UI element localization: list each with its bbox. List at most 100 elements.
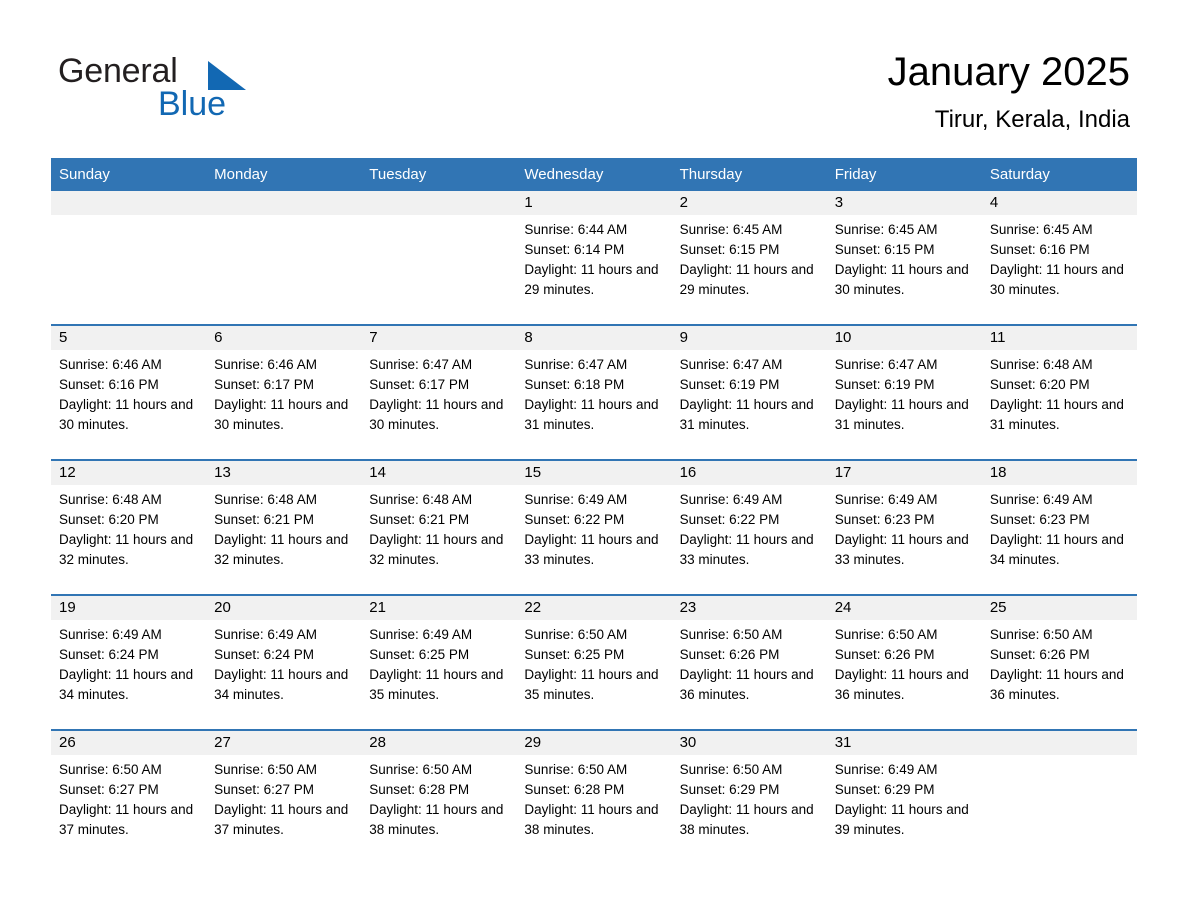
day-cell[interactable]: 30 Sunrise: 6:50 AM Sunset: 6:29 PM Dayl… [671, 729, 827, 864]
day-number: 6 [206, 326, 362, 350]
day-cell[interactable]: 5 Sunrise: 6:46 AM Sunset: 6:16 PM Dayli… [51, 324, 207, 460]
daylight-text: Daylight: 11 hours and 34 minutes. [59, 667, 194, 702]
sunrise-text: Sunrise: 6:49 AM [834, 762, 938, 777]
day-cell[interactable]: 11 Sunrise: 6:48 AM Sunset: 6:20 PM Dayl… [981, 324, 1137, 460]
daylight-text: Daylight: 11 hours and 29 minutes. [524, 262, 659, 297]
sunrise-text: Sunrise: 6:46 AM [59, 357, 162, 372]
daylight-text: Daylight: 11 hours and 34 minutes. [214, 667, 349, 702]
day-cell[interactable]: 23 Sunrise: 6:50 AM Sunset: 6:26 PM Dayl… [671, 594, 827, 730]
day-cell[interactable]: 26 Sunrise: 6:50 AM Sunset: 6:27 PM Dayl… [51, 729, 207, 864]
day-cell[interactable]: 8 Sunrise: 6:47 AM Sunset: 6:18 PM Dayli… [516, 324, 672, 460]
daylight-text: Daylight: 11 hours and 38 minutes. [679, 802, 814, 837]
day-cell[interactable]: 6 Sunrise: 6:46 AM Sunset: 6:17 PM Dayli… [206, 324, 362, 460]
day-cell[interactable]: 2 Sunrise: 6:45 AM Sunset: 6:15 PM Dayli… [671, 191, 827, 325]
day-cell[interactable]: 27 Sunrise: 6:50 AM Sunset: 6:27 PM Dayl… [206, 729, 362, 864]
day-cell[interactable]: 13 Sunrise: 6:48 AM Sunset: 6:21 PM Dayl… [206, 459, 362, 595]
day-number: 4 [981, 191, 1137, 215]
day-cell[interactable]: 19 Sunrise: 6:49 AM Sunset: 6:24 PM Dayl… [51, 594, 207, 730]
day-number: 25 [981, 596, 1137, 620]
day-number [361, 191, 517, 215]
day-cell[interactable]: 18 Sunrise: 6:49 AM Sunset: 6:23 PM Dayl… [981, 459, 1137, 595]
daylight-text: Daylight: 11 hours and 36 minutes. [679, 667, 814, 702]
daylight-text: Daylight: 11 hours and 31 minutes. [989, 397, 1124, 432]
week-row: 5 Sunrise: 6:46 AM Sunset: 6:16 PM Dayli… [51, 324, 1137, 460]
daylight-text: Daylight: 11 hours and 33 minutes. [679, 532, 814, 567]
week-row: 12 Sunrise: 6:48 AM Sunset: 6:20 PM Dayl… [51, 459, 1137, 595]
day-cell[interactable]: 14 Sunrise: 6:48 AM Sunset: 6:21 PM Dayl… [361, 459, 517, 595]
daylight-text: Daylight: 11 hours and 36 minutes. [834, 667, 969, 702]
day-number: 9 [671, 326, 827, 350]
sunrise-text: Sunrise: 6:45 AM [679, 222, 783, 237]
calendar-body: 1 Sunrise: 6:44 AM Sunset: 6:14 PM Dayli… [51, 191, 1137, 864]
day-cell[interactable]: 21 Sunrise: 6:49 AM Sunset: 6:25 PM Dayl… [361, 594, 517, 730]
day-cell[interactable] [51, 191, 207, 325]
daylight-text: Daylight: 11 hours and 30 minutes. [989, 262, 1124, 297]
day-cell[interactable]: 20 Sunrise: 6:49 AM Sunset: 6:24 PM Dayl… [206, 594, 362, 730]
sunrise-text: Sunrise: 6:50 AM [214, 762, 317, 777]
page-title: January 2025 [887, 50, 1130, 94]
sunrise-text: Sunrise: 6:47 AM [679, 357, 783, 372]
day-cell[interactable]: 29 Sunrise: 6:50 AM Sunset: 6:28 PM Dayl… [516, 729, 672, 864]
sunrise-text: Sunrise: 6:48 AM [989, 357, 1093, 372]
day-number: 10 [826, 326, 982, 350]
day-cell[interactable]: 24 Sunrise: 6:50 AM Sunset: 6:26 PM Dayl… [826, 594, 982, 730]
sunset-text: Sunset: 6:19 PM [834, 377, 935, 392]
general-blue-logo: General Blue [58, 52, 318, 124]
day-number: 24 [826, 596, 982, 620]
sunset-text: Sunset: 6:16 PM [59, 377, 159, 392]
sunset-text: Sunset: 6:17 PM [214, 377, 314, 392]
daylight-text: Daylight: 11 hours and 34 minutes. [989, 532, 1124, 567]
sunset-text: Sunset: 6:24 PM [214, 647, 314, 662]
day-number: 20 [206, 596, 362, 620]
week-row: 19 Sunrise: 6:49 AM Sunset: 6:24 PM Dayl… [51, 594, 1137, 730]
day-number: 29 [516, 731, 672, 755]
day-cell[interactable]: 10 Sunrise: 6:47 AM Sunset: 6:19 PM Dayl… [826, 324, 982, 460]
brand-name-blue: Blue [158, 85, 227, 123]
daylight-text: Daylight: 11 hours and 38 minutes. [369, 802, 504, 837]
day-cell[interactable]: 16 Sunrise: 6:49 AM Sunset: 6:22 PM Dayl… [671, 459, 827, 595]
sunset-text: Sunset: 6:23 PM [989, 512, 1090, 527]
sunrise-text: Sunrise: 6:49 AM [214, 627, 317, 642]
sunrise-text: Sunrise: 6:44 AM [524, 222, 628, 237]
day-cell[interactable]: 17 Sunrise: 6:49 AM Sunset: 6:23 PM Dayl… [826, 459, 982, 595]
weekday-header-friday: Friday [826, 158, 982, 191]
day-cell[interactable]: 1 Sunrise: 6:44 AM Sunset: 6:14 PM Dayli… [516, 191, 672, 325]
day-number: 2 [671, 191, 827, 215]
day-cell[interactable]: 4 Sunrise: 6:45 AM Sunset: 6:16 PM Dayli… [981, 191, 1137, 325]
sunset-text: Sunset: 6:15 PM [834, 242, 935, 257]
day-cell[interactable]: 28 Sunrise: 6:50 AM Sunset: 6:28 PM Dayl… [361, 729, 517, 864]
daylight-text: Daylight: 11 hours and 31 minutes. [679, 397, 814, 432]
day-number: 5 [51, 326, 207, 350]
sunrise-text: Sunrise: 6:46 AM [214, 357, 317, 372]
sunset-text: Sunset: 6:15 PM [679, 242, 780, 257]
day-cell[interactable]: 9 Sunrise: 6:47 AM Sunset: 6:19 PM Dayli… [671, 324, 827, 460]
day-cell[interactable]: 25 Sunrise: 6:50 AM Sunset: 6:26 PM Dayl… [981, 594, 1137, 730]
day-number: 13 [206, 461, 362, 485]
day-cell[interactable] [206, 191, 362, 325]
day-cell[interactable] [361, 191, 517, 325]
sunrise-text: Sunrise: 6:49 AM [679, 492, 783, 507]
daylight-text: Daylight: 11 hours and 36 minutes. [989, 667, 1124, 702]
sunset-text: Sunset: 6:20 PM [59, 512, 159, 527]
page-subtitle-location: Tirur, Kerala, India [934, 106, 1130, 133]
day-cell[interactable]: 15 Sunrise: 6:49 AM Sunset: 6:22 PM Dayl… [516, 459, 672, 595]
sunset-text: Sunset: 6:25 PM [524, 647, 625, 662]
day-cell[interactable]: 22 Sunrise: 6:50 AM Sunset: 6:25 PM Dayl… [516, 594, 672, 730]
week-row: 1 Sunrise: 6:44 AM Sunset: 6:14 PM Dayli… [51, 191, 1137, 325]
sunrise-text: Sunrise: 6:50 AM [524, 762, 628, 777]
daylight-text: Daylight: 11 hours and 32 minutes. [59, 532, 194, 567]
day-number [51, 191, 207, 215]
day-cell[interactable]: 7 Sunrise: 6:47 AM Sunset: 6:17 PM Dayli… [361, 324, 517, 460]
day-number: 15 [516, 461, 672, 485]
sunrise-text: Sunrise: 6:50 AM [679, 627, 783, 642]
day-cell[interactable]: 31 Sunrise: 6:49 AM Sunset: 6:29 PM Dayl… [826, 729, 982, 864]
sunset-text: Sunset: 6:25 PM [369, 647, 470, 662]
sunset-text: Sunset: 6:21 PM [369, 512, 470, 527]
daylight-text: Daylight: 11 hours and 35 minutes. [524, 667, 659, 702]
sunrise-text: Sunrise: 6:50 AM [524, 627, 628, 642]
day-cell[interactable]: 3 Sunrise: 6:45 AM Sunset: 6:15 PM Dayli… [826, 191, 982, 325]
day-number: 23 [671, 596, 827, 620]
sunset-text: Sunset: 6:22 PM [524, 512, 625, 527]
day-cell[interactable] [981, 729, 1137, 864]
day-cell[interactable]: 12 Sunrise: 6:48 AM Sunset: 6:20 PM Dayl… [51, 459, 207, 595]
